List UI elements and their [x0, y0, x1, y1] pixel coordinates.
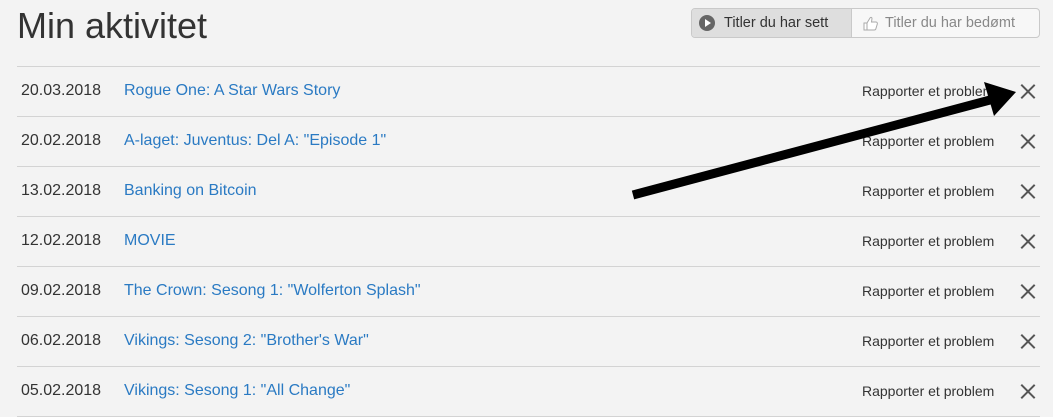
row-date: 05.02.2018: [21, 382, 102, 399]
report-problem-link[interactable]: Rapporter et problem: [862, 267, 994, 315]
close-icon[interactable]: [1020, 183, 1037, 200]
close-icon[interactable]: [1020, 83, 1037, 100]
row-date: 06.02.2018: [21, 332, 102, 349]
report-problem-link[interactable]: Rapporter et problem: [862, 367, 994, 415]
close-icon[interactable]: [1020, 383, 1037, 400]
report-problem-link[interactable]: Rapporter et problem: [862, 117, 994, 165]
page-title: Min aktivitet: [17, 5, 208, 46]
tab-titles-watched[interactable]: Titler du har sett: [692, 9, 852, 37]
row-title-link[interactable]: Rogue One: A Star Wars Story: [124, 67, 340, 115]
activity-list: 20.03.2018 Rogue One: A Star Wars Story Ra…: [17, 66, 1040, 417]
row-title-link[interactable]: A-laget: Juventus: Del A: "Episode 1": [124, 117, 386, 165]
row-title-link[interactable]: The Crown: Sesong 1: "Wolferton Splash": [124, 267, 421, 315]
tab-titles-watched-label: Titler du har sett: [724, 15, 829, 31]
row-title-link[interactable]: MOVIE: [124, 217, 176, 265]
table-row: 12.02.2018 MOVIE Rapporter et problem: [17, 217, 1040, 267]
close-icon[interactable]: [1020, 233, 1037, 250]
table-row: 20.02.2018 A-laget: Juventus: Del A: "Epi…: [17, 117, 1040, 167]
row-title-link[interactable]: Vikings: Sesong 2: "Brother's War": [124, 317, 369, 365]
report-problem-link[interactable]: Rapporter et problem: [862, 167, 994, 215]
row-title-link[interactable]: Banking on Bitcoin: [124, 167, 257, 215]
play-icon: [699, 15, 715, 31]
tab-titles-rated[interactable]: Titler du har bedømt: [852, 9, 1039, 37]
close-icon[interactable]: [1020, 333, 1037, 350]
table-row: 13.02.2018 Banking on Bitcoin Rapporter et…: [17, 167, 1040, 217]
table-row: 20.03.2018 Rogue One: A Star Wars Story Ra…: [17, 67, 1040, 117]
close-icon[interactable]: [1020, 133, 1037, 150]
report-problem-link[interactable]: Rapporter et problem: [862, 67, 994, 115]
thumbs-up-icon: [863, 16, 878, 30]
row-date: 20.02.2018: [21, 132, 102, 149]
report-problem-link[interactable]: Rapporter et problem: [862, 217, 994, 265]
close-icon[interactable]: [1020, 283, 1037, 300]
row-date: 12.02.2018: [21, 232, 102, 249]
table-row: 05.02.2018 Vikings: Sesong 1: "All Change…: [17, 367, 1040, 417]
row-title-link[interactable]: Vikings: Sesong 1: "All Change": [124, 367, 350, 415]
row-date: 09.02.2018: [21, 282, 102, 299]
table-row: 09.02.2018 The Crown: Sesong 1: "Wolferto…: [17, 267, 1040, 317]
row-date: 20.03.2018: [21, 82, 102, 99]
report-problem-link[interactable]: Rapporter et problem: [862, 317, 994, 365]
row-date: 13.02.2018: [21, 182, 102, 199]
tab-titles-rated-label: Titler du har bedømt: [885, 15, 1016, 31]
table-row: 06.02.2018 Vikings: Sesong 2: "Brother's …: [17, 317, 1040, 367]
view-toggle: Titler du har sett Titler du har bedømt: [691, 8, 1040, 38]
